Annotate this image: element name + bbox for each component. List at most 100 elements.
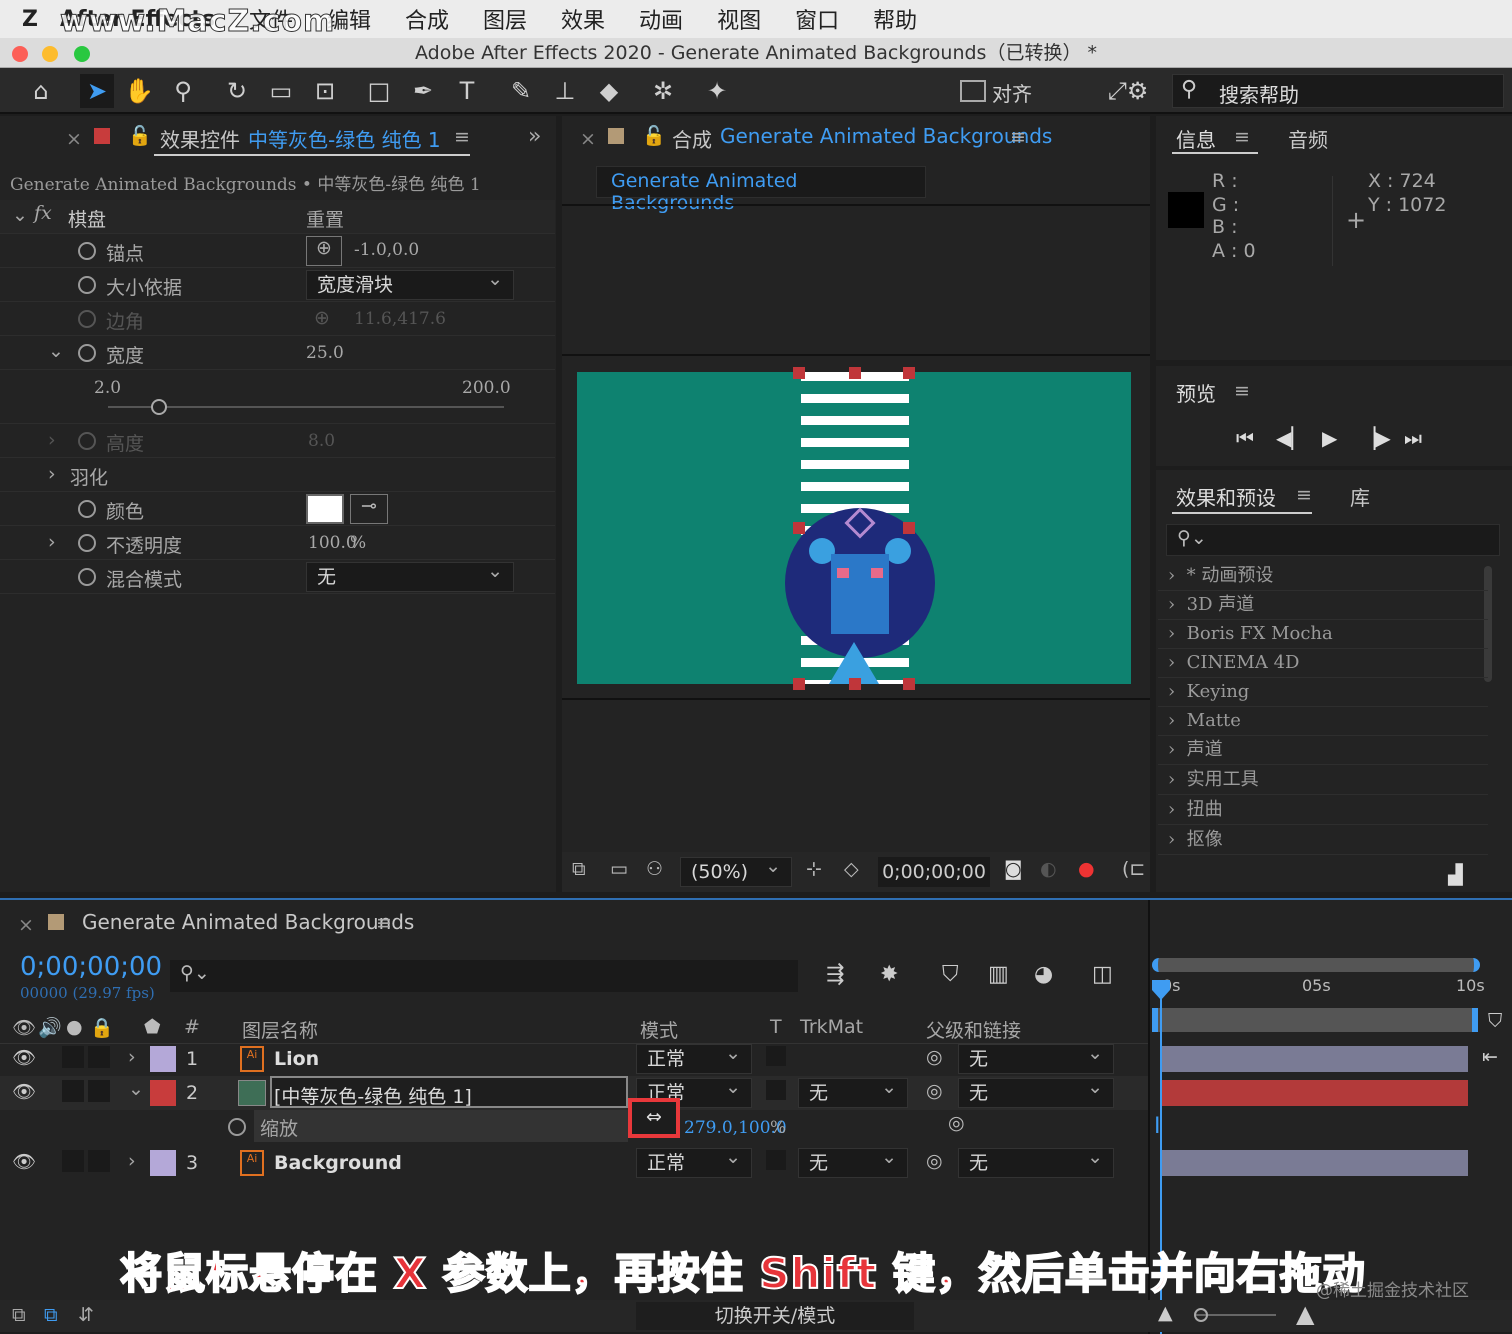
- hand-tool-icon[interactable]: ✋: [122, 74, 156, 108]
- menu-window[interactable]: 窗口: [795, 3, 839, 35]
- home-icon[interactable]: ⌂: [24, 74, 58, 108]
- panel-menu-icon[interactable]: ≡: [1234, 126, 1250, 148]
- layer-name-field[interactable]: [中等灰色-绿色 纯色 1]: [270, 1076, 628, 1108]
- apple-logo-icon[interactable]: Z: [0, 7, 60, 32]
- last-frame-icon[interactable]: ⏭: [1404, 426, 1422, 450]
- selection-tool-icon[interactable]: ➤: [80, 74, 114, 108]
- effects-category[interactable]: › * 动画预设: [1158, 562, 1488, 591]
- tab-info[interactable]: 信息: [1176, 124, 1216, 153]
- parent-dropdown[interactable]: 无: [958, 1039, 1114, 1074]
- menu-effect[interactable]: 效果: [561, 3, 605, 35]
- region-icon[interactable]: (⊏: [1122, 858, 1145, 880]
- play-icon[interactable]: ▶: [1322, 426, 1337, 450]
- transparency-icon[interactable]: ◇: [844, 858, 859, 880]
- playhead-handle[interactable]: [1152, 980, 1170, 1000]
- tab-audio[interactable]: 音频: [1288, 124, 1328, 153]
- panel-menu-icon[interactable]: ≡: [1234, 380, 1250, 402]
- effects-category[interactable]: › 实用工具: [1158, 766, 1488, 795]
- snapshot-icon[interactable]: ◙: [1004, 858, 1022, 880]
- effects-category[interactable]: › Keying: [1158, 678, 1488, 707]
- effects-category[interactable]: › Boris FX Mocha: [1158, 620, 1488, 649]
- menu-view[interactable]: 视图: [717, 3, 761, 35]
- blend-dropdown[interactable]: 无: [306, 557, 514, 592]
- zoom-slider[interactable]: [1196, 1314, 1276, 1316]
- color-swatch[interactable]: [306, 494, 344, 524]
- stopwatch-icon[interactable]: [78, 534, 96, 552]
- expand-chevron-icon[interactable]: ›: [48, 531, 56, 553]
- composition-viewer[interactable]: [577, 367, 1131, 690]
- comp-tab-name[interactable]: Generate Animated Backgrounds: [720, 124, 1052, 148]
- eye-icon[interactable]: 👁: [12, 1150, 36, 1173]
- puppet-tool-icon[interactable]: ✦: [700, 74, 734, 108]
- zoom-dropdown[interactable]: (50%): [680, 852, 792, 887]
- in-out-icon[interactable]: ⇵: [78, 1304, 94, 1326]
- transform-handle[interactable]: [903, 678, 915, 690]
- minimize-window-button[interactable]: [42, 46, 58, 62]
- layer-duration-bar[interactable]: [1162, 1150, 1468, 1176]
- menu-help[interactable]: 帮助: [873, 3, 917, 35]
- close-tab-icon[interactable]: ×: [18, 914, 34, 936]
- pickwhip-icon[interactable]: ◎: [926, 1150, 943, 1172]
- graph-editor-icon[interactable]: ◫: [1092, 962, 1113, 987]
- layer-label-color[interactable]: [150, 1046, 176, 1072]
- shy-layers-icon[interactable]: ⛉: [942, 962, 959, 987]
- tab-library[interactable]: 库: [1350, 482, 1370, 511]
- audio-column-icon[interactable]: 🔊: [38, 1016, 62, 1039]
- lock-column-icon[interactable]: 🔒: [90, 1016, 114, 1039]
- next-frame-icon[interactable]: ▕▶: [1360, 426, 1391, 450]
- clone-stamp-tool-icon[interactable]: ⊥: [548, 74, 582, 108]
- layer-search-input[interactable]: ⚲⌄: [170, 960, 798, 992]
- collapse-chevron-icon[interactable]: ⌄: [12, 204, 28, 226]
- panel-menu-icon[interactable]: ≡: [1296, 484, 1312, 506]
- solo-toggle[interactable]: [62, 1150, 84, 1172]
- zoom-slider-knob[interactable]: [1194, 1308, 1208, 1322]
- transform-handle[interactable]: [849, 367, 861, 379]
- slider-knob[interactable]: [151, 399, 168, 415]
- effect-controls-tab-layer[interactable]: 中等灰色-绿色 纯色 1: [248, 124, 441, 153]
- show-snapshot-icon[interactable]: ◐: [1040, 858, 1057, 880]
- lock-toggle[interactable]: [88, 1150, 110, 1172]
- transform-handle[interactable]: [793, 367, 805, 379]
- menu-layer[interactable]: 图层: [483, 3, 527, 35]
- pickwhip-icon[interactable]: ◎: [926, 1080, 943, 1102]
- eye-icon[interactable]: 👁: [12, 1046, 36, 1069]
- timeline-tab-label[interactable]: Generate Animated Backgrounds: [82, 910, 414, 934]
- roto-brush-tool-icon[interactable]: ✲: [646, 74, 680, 108]
- layer-duration-bar[interactable]: [1162, 1080, 1468, 1106]
- stopwatch-icon[interactable]: [228, 1118, 246, 1136]
- solo-toggle[interactable]: [62, 1046, 84, 1068]
- type-tool-icon[interactable]: T: [450, 74, 484, 108]
- comp-marker-icon[interactable]: ⛉: [1488, 1010, 1502, 1032]
- pickwhip-icon[interactable]: ◎: [948, 1112, 965, 1134]
- fx-icon[interactable]: fx: [34, 202, 52, 224]
- comp-flowchart-icon[interactable]: ⇶: [826, 962, 844, 987]
- eyedropper-icon[interactable]: ⊸: [350, 494, 388, 524]
- timeline-layer-row[interactable]: 👁 › 3 Ai Background 正常 无 ◎ 无: [0, 1143, 1148, 1180]
- modes-icon[interactable]: ⧉: [44, 1304, 58, 1326]
- expand-panels-icon[interactable]: »: [528, 124, 541, 149]
- transform-handle[interactable]: [903, 522, 915, 534]
- trkmat-dropdown[interactable]: 无: [798, 1143, 908, 1178]
- motion-blur-icon[interactable]: ◕: [1034, 962, 1053, 987]
- effects-category[interactable]: › 扭曲: [1158, 796, 1488, 825]
- solo-toggle[interactable]: [62, 1080, 84, 1102]
- brush-tool-icon[interactable]: ✎: [504, 74, 538, 108]
- new-folder-icon[interactable]: ▟: [1448, 864, 1463, 886]
- panel-menu-icon[interactable]: ≡: [376, 912, 392, 934]
- comp-button-icon[interactable]: ⇤: [1482, 1046, 1498, 1068]
- layer-label-color[interactable]: [150, 1080, 176, 1106]
- close-tab-icon[interactable]: ×: [66, 128, 82, 150]
- anchor-value[interactable]: -1.0,0.0: [354, 240, 419, 260]
- transform-handle[interactable]: [903, 367, 915, 379]
- prev-frame-icon[interactable]: ◀▏: [1276, 426, 1307, 450]
- stopwatch-icon[interactable]: [78, 568, 96, 586]
- toggle-switches-modes-button[interactable]: 切换开关/模式: [636, 1302, 914, 1330]
- video-column-icon[interactable]: 👁: [12, 1016, 36, 1039]
- menu-composition[interactable]: 合成: [405, 3, 449, 35]
- zoom-in-icon[interactable]: ▲: [1296, 1300, 1314, 1328]
- pen-tool-icon[interactable]: ✒: [406, 74, 440, 108]
- stopwatch-icon[interactable]: [78, 276, 96, 294]
- work-area-bar[interactable]: [1152, 1008, 1478, 1032]
- zoom-window-button[interactable]: [74, 46, 90, 62]
- stopwatch-icon[interactable]: [78, 500, 96, 518]
